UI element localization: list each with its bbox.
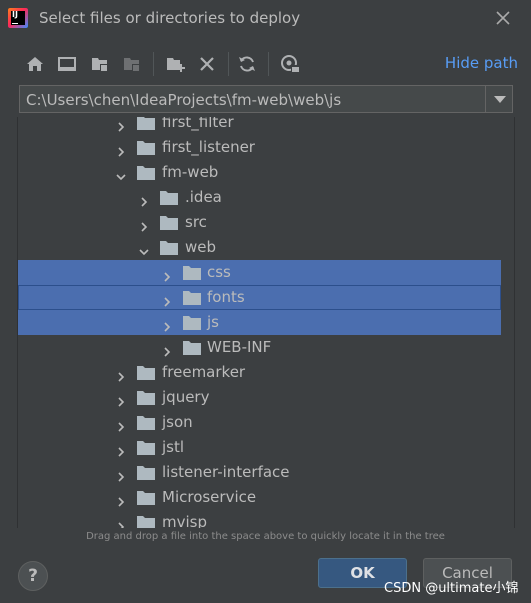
tree-row[interactable]: listener-interface <box>18 460 501 485</box>
title-bar: IJ Select files or directories to deploy <box>0 0 531 38</box>
tree-item-label: listener-interface <box>162 463 290 481</box>
folder-icon <box>183 340 201 355</box>
tree-row[interactable]: json <box>18 410 501 435</box>
close-icon[interactable] <box>493 8 513 28</box>
intellij-app-icon: IJ <box>8 8 28 28</box>
toolbar-separator <box>228 52 229 76</box>
chevron-right-icon[interactable] <box>116 517 126 528</box>
chevron-right-icon[interactable] <box>116 417 126 432</box>
tree-row[interactable]: fonts <box>18 285 501 310</box>
delete-icon[interactable] <box>196 53 218 75</box>
tree-item-label: Microservice <box>162 488 257 506</box>
tree-item-label: json <box>162 413 193 431</box>
new-folder-icon[interactable] <box>164 53 186 75</box>
tree-item-label: src <box>185 213 207 231</box>
folder-icon <box>183 290 201 305</box>
folder-icon <box>183 265 201 280</box>
dialog-title: Select files or directories to deploy <box>39 9 301 27</box>
tree-item-label: web <box>185 238 217 256</box>
chevron-right-icon[interactable] <box>162 317 172 332</box>
tree-item-label: jquery <box>162 388 210 406</box>
tree-item-label: freemarker <box>162 363 246 381</box>
tree-row[interactable]: web <box>18 235 501 260</box>
toolbar: Hide path <box>18 50 518 78</box>
tree-item-label: mvisp <box>162 513 207 528</box>
chevron-down-icon[interactable] <box>139 242 149 256</box>
chevron-right-icon[interactable] <box>116 467 126 482</box>
folder-icon <box>137 490 155 505</box>
drag-drop-hint: Drag and drop a file into the space abov… <box>86 531 445 542</box>
folder-icon <box>137 465 155 480</box>
hide-path-link[interactable]: Hide path <box>445 54 518 72</box>
chevron-down-icon[interactable] <box>116 167 126 181</box>
folder-icon <box>137 117 155 130</box>
help-button[interactable]: ? <box>18 561 48 591</box>
folder-icon <box>137 165 155 180</box>
tree-item-label: fonts <box>207 288 245 306</box>
tree-row[interactable]: fm-web <box>18 160 501 185</box>
home-icon[interactable] <box>24 53 46 75</box>
refresh-icon[interactable] <box>236 53 258 75</box>
tree-row[interactable]: Microservice <box>18 485 501 510</box>
show-hidden-icon[interactable] <box>279 53 301 75</box>
project-folder-icon[interactable] <box>89 53 111 75</box>
tree-item-label: js <box>207 313 219 331</box>
tree-item-label: css <box>207 263 231 281</box>
watermark: CSDN @ultimate小锦 <box>384 581 519 596</box>
tree-row[interactable]: first_filter <box>18 117 501 135</box>
tree-row[interactable]: freemarker <box>18 360 501 385</box>
tree-row[interactable]: css <box>18 260 501 285</box>
folder-icon <box>160 215 178 230</box>
toolbar-separator <box>153 52 154 76</box>
chevron-right-icon[interactable] <box>116 442 126 457</box>
chevron-right-icon[interactable] <box>116 142 126 157</box>
tree-item-label: fm-web <box>162 163 219 181</box>
tree-row[interactable]: jquery <box>18 385 501 410</box>
chevron-right-icon[interactable] <box>116 492 126 507</box>
folder-icon <box>137 515 155 528</box>
folder-icon <box>137 140 155 155</box>
folder-icon <box>160 190 178 205</box>
chevron-right-icon[interactable] <box>139 192 149 207</box>
tree-item-label: WEB-INF <box>207 338 272 356</box>
tree-row[interactable]: first_listener <box>18 135 501 160</box>
tree-row[interactable]: WEB-INF <box>18 335 501 360</box>
tree-row[interactable]: .idea <box>18 185 501 210</box>
folder-icon <box>160 240 178 255</box>
chevron-right-icon[interactable] <box>116 392 126 407</box>
chevron-right-icon[interactable] <box>116 117 126 132</box>
chevron-right-icon[interactable] <box>162 267 172 282</box>
tree-item-label: first_listener <box>162 138 255 156</box>
chevron-right-icon[interactable] <box>139 217 149 232</box>
folder-icon <box>137 390 155 405</box>
tree-row[interactable]: jstl <box>18 435 501 460</box>
tree-item-label: jstl <box>162 438 185 456</box>
tree-row[interactable]: src <box>18 210 501 235</box>
toolbar-separator <box>268 52 269 76</box>
desktop-icon[interactable] <box>56 53 78 75</box>
tree-item-label: .idea <box>185 188 222 206</box>
directory-tree[interactable]: mvisp Microservice listener-interface jstl j… <box>17 117 515 528</box>
path-input[interactable]: C:\Users\chen\IdeaProjects\fm-web\web\js <box>19 85 513 113</box>
tree-row[interactable]: mvisp <box>18 510 501 528</box>
path-dropdown-button[interactable] <box>485 86 512 112</box>
path-value[interactable]: C:\Users\chen\IdeaProjects\fm-web\web\js <box>26 91 341 109</box>
tree-item-label: first_filter <box>162 117 234 131</box>
folder-icon <box>137 415 155 430</box>
folder-icon <box>137 440 155 455</box>
chevron-right-icon[interactable] <box>162 292 172 307</box>
chevron-right-icon[interactable] <box>162 342 172 357</box>
folder-icon <box>137 365 155 380</box>
folder-icon <box>183 315 201 330</box>
chevron-right-icon[interactable] <box>116 367 126 382</box>
module-folder-icon[interactable] <box>121 53 143 75</box>
tree-row[interactable]: js <box>18 310 501 335</box>
